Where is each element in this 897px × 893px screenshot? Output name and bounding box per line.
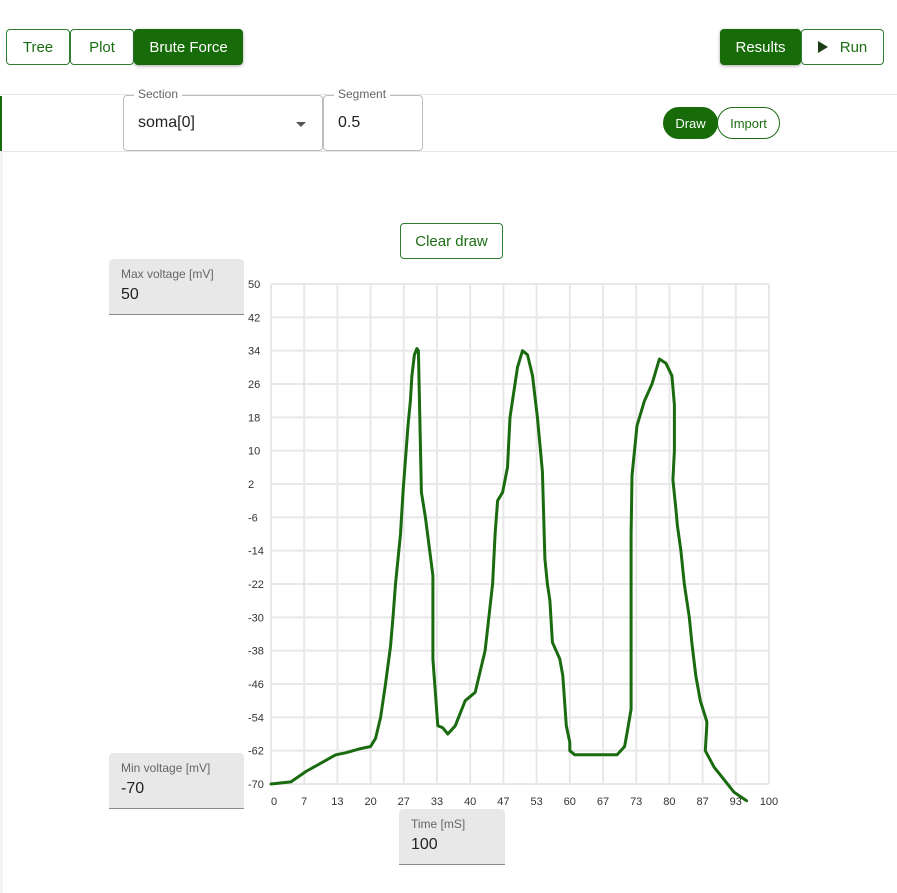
y-tick-label: -70 [248, 779, 264, 791]
y-tick-label: 10 [248, 446, 260, 458]
x-tick-label: 100 [760, 796, 778, 808]
tab-tree[interactable]: Tree [6, 29, 70, 65]
y-tick-label: 18 [248, 412, 260, 424]
time-field[interactable]: Time [mS] 100 [399, 809, 505, 865]
x-tick-label: 13 [331, 796, 343, 808]
y-tick-label: -46 [248, 679, 264, 691]
y-tick-label: -54 [248, 712, 264, 724]
x-tick-label: 40 [464, 796, 476, 808]
y-tick-label: 50 [248, 279, 260, 291]
y-tick-label: -14 [248, 546, 264, 558]
max-voltage-label: Max voltage [mV] [121, 267, 214, 281]
segment-legend: Segment [334, 87, 391, 101]
play-icon [817, 41, 828, 53]
y-tick-label: 2 [248, 479, 254, 491]
time-label: Time [mS] [411, 817, 466, 831]
segment-value: 0.5 [338, 114, 361, 131]
clear-draw-button[interactable]: Clear draw [400, 223, 503, 259]
caret-down-icon [296, 122, 306, 127]
x-tick-label: 27 [398, 796, 410, 808]
y-tick-label: -6 [248, 512, 258, 524]
run-label: Run [839, 38, 868, 56]
x-tick-label: 47 [497, 796, 509, 808]
min-voltage-value: -70 [121, 780, 145, 797]
left-rail [0, 151, 3, 893]
run-button[interactable]: Run [801, 29, 884, 65]
y-tick-label: 34 [248, 346, 260, 358]
y-tick-label: -62 [248, 746, 264, 758]
draw-toggle[interactable]: Draw [663, 107, 718, 139]
x-tick-label: 33 [431, 796, 443, 808]
x-tick-label: 60 [564, 796, 576, 808]
tab-plot[interactable]: Plot [70, 29, 134, 65]
min-voltage-field[interactable]: Min voltage [mV] -70 [109, 753, 244, 809]
min-voltage-label: Min voltage [mV] [121, 761, 211, 775]
x-tick-label: 93 [730, 796, 742, 808]
time-value: 100 [411, 836, 438, 853]
tab-brute-force[interactable]: Brute Force [134, 29, 243, 65]
y-tick-label: -22 [248, 579, 264, 591]
x-tick-label: 87 [696, 796, 708, 808]
voltage-trace [269, 347, 749, 803]
x-tick-label: 7 [301, 796, 307, 808]
x-tick-label: 20 [364, 796, 376, 808]
x-tick-label: 73 [630, 796, 642, 808]
segment-field[interactable]: Segment 0.5 [323, 87, 423, 151]
section-value: soma[0] [138, 114, 195, 131]
y-tick-label: -30 [248, 612, 264, 624]
x-tick-label: 53 [530, 796, 542, 808]
y-tick-label: -38 [248, 646, 264, 658]
x-tick-label: 0 [271, 796, 277, 808]
section-select[interactable]: Section soma[0] [123, 87, 323, 151]
y-tick-label: 26 [248, 379, 260, 391]
active-indicator [0, 96, 2, 151]
x-tick-label: 80 [663, 796, 675, 808]
y-tick-label: 42 [248, 312, 260, 324]
import-toggle[interactable]: Import [717, 107, 780, 139]
x-tick-label: 67 [597, 796, 609, 808]
max-voltage-value: 50 [121, 286, 139, 303]
max-voltage-field[interactable]: Max voltage [mV] 50 [109, 259, 244, 315]
toolbar-divider-bottom [0, 151, 897, 152]
results-button[interactable]: Results [720, 29, 801, 65]
section-legend: Section [134, 87, 183, 101]
